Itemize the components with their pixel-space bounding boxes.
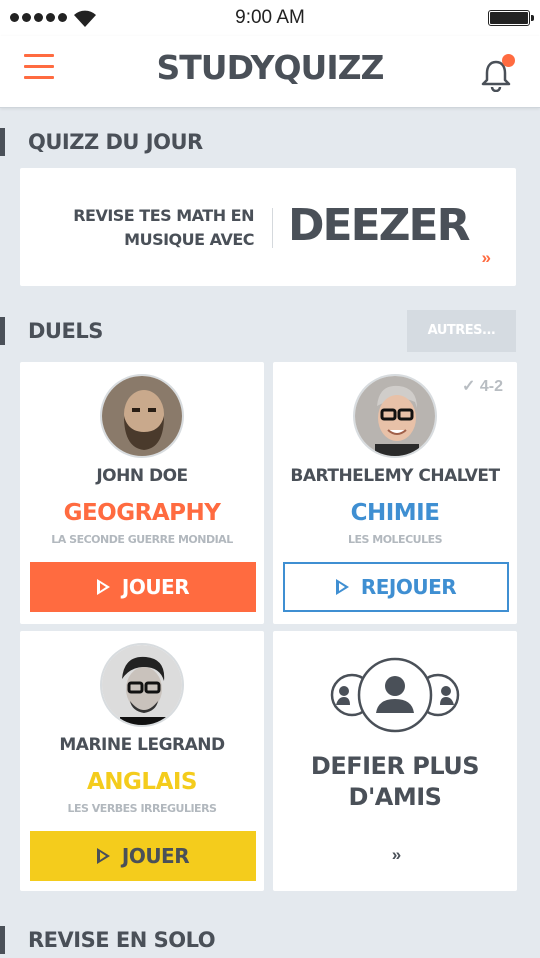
avatar bbox=[100, 374, 184, 458]
status-time: 9:00 AM bbox=[235, 7, 305, 28]
player-name: JOHN DOE bbox=[96, 466, 188, 486]
section-title-quiz: QUIZZ DU JOUR bbox=[0, 128, 203, 156]
chevron-right-icon: » bbox=[481, 248, 492, 267]
quiz-description: REVISE TES MATH EN MUSIQUE AVEC bbox=[54, 204, 254, 252]
quiz-line-2: MUSIQUE AVEC bbox=[124, 230, 254, 249]
jouer-button[interactable]: JOUER bbox=[30, 831, 256, 881]
app-header: STUDYQUIZZ bbox=[0, 36, 540, 108]
status-bar: 9:00 AM bbox=[0, 0, 540, 36]
avatar bbox=[100, 643, 184, 727]
subject-name: GEOGRAPHY bbox=[63, 500, 221, 526]
check-icon: ✓ bbox=[462, 378, 476, 395]
rejouer-button[interactable]: REJOUER bbox=[283, 562, 509, 612]
avatar bbox=[353, 374, 437, 458]
topic-name: LA SECONDE GUERRE MONDIAL bbox=[51, 533, 233, 546]
jouer-button[interactable]: JOUER bbox=[30, 562, 256, 612]
duel-card-marine-legrand: MARINE LEGRAND ANGLAIS LES VERBES IRREGU… bbox=[20, 631, 264, 891]
topic-name: LES MOLECULES bbox=[347, 533, 443, 546]
button-label: JOUER bbox=[121, 575, 190, 599]
play-icon bbox=[96, 579, 110, 595]
app-title: STUDYQUIZZ bbox=[156, 48, 385, 87]
defier-amis-card[interactable]: DEFIER PLUS D'AMIS » bbox=[273, 631, 517, 891]
defier-label: DEFIER PLUS D'AMIS bbox=[273, 751, 517, 813]
duel-card-john-doe: JOHN DOE GEOGRAPHY LA SECONDE GUERRE MON… bbox=[20, 362, 264, 624]
quiz-brand: DEEZER bbox=[288, 200, 470, 251]
score-value: 4-2 bbox=[479, 378, 503, 395]
notifications-button[interactable] bbox=[479, 54, 515, 92]
battery-icon bbox=[488, 10, 534, 26]
chevron-right-icon: » bbox=[391, 845, 401, 864]
play-icon bbox=[96, 848, 110, 864]
player-name: BARTHELEMY CHALVET bbox=[290, 466, 500, 486]
duel-card-barthelemy-chalvet: ✓ 4-2 BARTHELEMY CHALVET CHIMIE LES MOLE… bbox=[273, 362, 517, 624]
subject-name: CHIMIE bbox=[350, 500, 440, 526]
play-icon bbox=[335, 579, 349, 595]
people-icon bbox=[330, 657, 460, 733]
button-label: REJOUER bbox=[360, 575, 457, 599]
topic-name: LES VERBES IRREGULIERS bbox=[67, 802, 217, 815]
section-title-solo: REVISE EN SOLO bbox=[0, 926, 216, 954]
divider bbox=[272, 208, 273, 248]
subject-name: ANGLAIS bbox=[86, 769, 198, 795]
player-name: MARINE LEGRAND bbox=[59, 735, 225, 755]
defier-line-1: DEFIER PLUS bbox=[310, 752, 480, 780]
section-title-duels: DUELS bbox=[0, 317, 103, 345]
defier-line-2: D'AMIS bbox=[348, 783, 442, 811]
quiz-du-jour-card[interactable]: REVISE TES MATH EN MUSIQUE AVEC DEEZER » bbox=[20, 168, 516, 286]
button-label: JOUER bbox=[121, 844, 190, 868]
notification-badge bbox=[502, 54, 515, 67]
score-badge: ✓ 4-2 bbox=[462, 376, 503, 396]
quiz-line-1: REVISE TES MATH EN bbox=[73, 206, 254, 225]
autres-button[interactable]: AUTRES... bbox=[407, 310, 516, 352]
